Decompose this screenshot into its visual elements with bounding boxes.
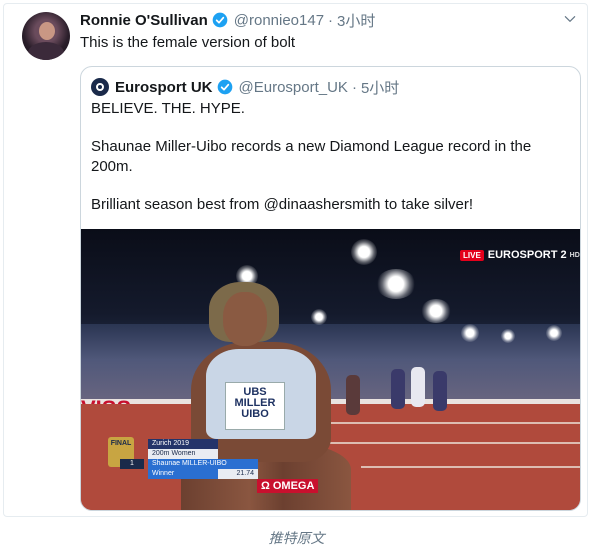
verified-badge-icon	[212, 12, 228, 28]
background-athlete	[411, 367, 425, 407]
separator: ·	[328, 11, 334, 29]
floodlight	[461, 324, 479, 342]
verified-badge-icon	[217, 79, 232, 95]
translate-tweet-link[interactable]: 推特原文	[0, 528, 593, 548]
quoted-paragraph: Shaunae Miller-Uibo records a new Diamon…	[91, 138, 532, 175]
quoted-tweet-header: Eurosport UK @Eurosport_UK · 5小时	[91, 77, 399, 97]
floodlight	[376, 269, 416, 299]
avatar-face	[39, 22, 55, 40]
sponsor-logo: Ω OMEGA	[257, 479, 319, 493]
tweet-text: This is the female version of bolt	[80, 34, 296, 51]
floodlight	[351, 239, 377, 265]
quoted-handle[interactable]: @Eurosport_UK	[239, 79, 348, 96]
handle[interactable]: @ronnieo147	[234, 12, 324, 29]
lane-line	[321, 442, 580, 444]
floodlight	[546, 325, 562, 341]
chevron-down-icon[interactable]	[563, 12, 577, 26]
display-name[interactable]: Ronnie O'Sullivan	[80, 12, 208, 29]
video-player[interactable]: VISS UBS MILLER UIBO LIVE EUROSPORT 2 HD	[81, 229, 580, 510]
quoted-tweet[interactable]: Eurosport UK @Eurosport_UK · 5小时 BELIEVE…	[80, 66, 581, 511]
bib-name-2: UIBO	[241, 408, 269, 420]
floodlight	[501, 329, 515, 343]
quoted-timestamp[interactable]: 5小时	[361, 77, 399, 98]
quoted-display-name[interactable]: Eurosport UK	[115, 79, 213, 96]
race-bib: UBS MILLER UIBO	[225, 382, 285, 430]
quoted-separator: ·	[351, 78, 357, 96]
background-athlete	[433, 371, 447, 411]
broadcaster-name: EUROSPORT 2	[487, 249, 567, 261]
meet-location: Zurich 2019	[148, 439, 218, 449]
quoted-paragraph: BELIEVE. THE. HYPE.	[91, 100, 245, 117]
avatar[interactable]	[22, 12, 70, 60]
floodlight	[421, 299, 451, 323]
quoted-tweet-text: BELIEVE. THE. HYPE. Shaunae Miller-Uibo …	[91, 99, 571, 233]
hd-badge: HD	[569, 251, 580, 259]
broadcaster-bug: LIVE EUROSPORT 2 HD	[460, 249, 580, 261]
result-time: 21.74	[218, 469, 258, 479]
event-name: 200m Women	[148, 449, 218, 459]
quoted-paragraph: Brilliant season best from @dinaashersmi…	[91, 196, 474, 213]
rank: 1	[120, 459, 144, 469]
athlete-name: Shaunae MILLER-UIBO	[148, 459, 258, 469]
timestamp[interactable]: 3小时	[337, 10, 375, 31]
result-label: Winner	[148, 469, 218, 479]
eurosport-logo-icon	[91, 78, 109, 96]
tweet-header: Ronnie O'Sullivan @ronnieo147 · 3小时	[80, 10, 375, 30]
lane-line	[361, 466, 580, 468]
live-badge: LIVE	[460, 249, 484, 261]
background-athlete	[391, 369, 405, 409]
athlete-head	[223, 292, 267, 346]
avatar-shoulders	[28, 42, 64, 60]
